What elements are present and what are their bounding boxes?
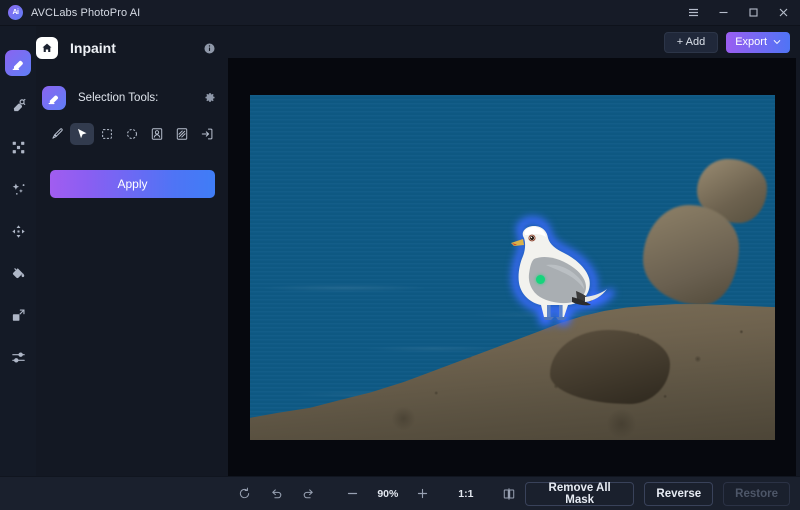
undo-icon[interactable] [261, 482, 293, 506]
rail-item-expand[interactable] [5, 218, 31, 244]
app-body: Inpaint Selection Tools: Apply + Add Exp… [0, 26, 800, 476]
rail-item-object-removal[interactable] [5, 92, 31, 118]
reverse-button[interactable]: Reverse [644, 481, 714, 506]
canvas-area[interactable] [228, 58, 796, 476]
bottom-toolbar: 90% 1:1 Remove All Mask Reverse Restore [0, 476, 800, 510]
export-button-label: Export [735, 36, 767, 48]
app-logo-text: Ai [12, 9, 20, 16]
feature-rail [0, 26, 36, 476]
add-button[interactable]: + Add [663, 31, 719, 53]
window-controls [678, 0, 798, 26]
restore-button[interactable]: Restore [723, 481, 790, 506]
rail-item-colorize[interactable] [5, 260, 31, 286]
mask-marker-dot[interactable] [535, 274, 545, 284]
import-mask-tool-icon[interactable] [195, 123, 219, 145]
menu-icon[interactable] [678, 0, 708, 26]
photo-canvas[interactable] [249, 94, 775, 440]
app-logo-icon: Ai [8, 5, 23, 20]
canvas-controls: 90% 1:1 [229, 482, 525, 506]
rail-item-inpaint[interactable] [5, 50, 31, 76]
tool-panel: Inpaint Selection Tools: Apply [36, 26, 228, 476]
home-icon[interactable] [36, 37, 58, 59]
background-rock-lower [642, 204, 739, 305]
apply-button[interactable]: Apply [50, 170, 215, 198]
cursor-select-tool-icon[interactable] [70, 123, 94, 145]
rail-item-ai-enhance[interactable] [5, 176, 31, 202]
selection-tools-label: Selection Tools: [78, 92, 159, 104]
application-window: Ai AVCLabs PhotoPro AI Inpaint Selection… [0, 0, 800, 510]
export-button[interactable]: Export [726, 31, 790, 53]
minimize-icon[interactable] [708, 0, 738, 26]
fit-ratio-button[interactable]: 1:1 [449, 488, 483, 500]
rail-item-crop-resize[interactable] [5, 302, 31, 328]
main-area: + Add Export [228, 26, 800, 476]
inpaint-section-icon [42, 86, 66, 110]
zoom-level: 90% [377, 487, 399, 500]
rectangle-select-tool-icon[interactable] [95, 123, 119, 145]
main-toolbar: + Add Export [228, 26, 800, 58]
mask-actions: Remove All Mask Reverse Restore [524, 481, 790, 506]
portrait-select-tool-icon[interactable] [145, 123, 169, 145]
ellipse-select-tool-icon[interactable] [120, 123, 144, 145]
selection-tools-header: Selection Tools: [36, 86, 228, 110]
redo-icon[interactable] [293, 482, 325, 506]
seagull-body [510, 225, 607, 320]
zoom-out-icon[interactable] [337, 482, 369, 506]
selection-tools-row [36, 123, 228, 145]
chevron-down-icon [773, 40, 781, 44]
zoom-in-icon[interactable] [407, 482, 439, 506]
auto-select-tool-icon[interactable] [170, 123, 194, 145]
reset-icon[interactable] [229, 482, 261, 506]
title-bar: Ai AVCLabs PhotoPro AI [0, 0, 800, 26]
brush-tool-icon[interactable] [45, 123, 69, 145]
panel-header: Inpaint [36, 32, 228, 64]
gear-icon[interactable] [204, 92, 216, 104]
rail-item-adjustments[interactable] [5, 344, 31, 370]
close-icon[interactable] [768, 0, 798, 26]
maximize-icon[interactable] [738, 0, 768, 26]
rail-item-upscale[interactable] [5, 134, 31, 160]
remove-all-mask-button[interactable]: Remove All Mask [524, 481, 635, 506]
seagull-subject[interactable] [490, 216, 615, 329]
app-title: AVCLabs PhotoPro AI [31, 6, 141, 19]
compare-split-icon[interactable] [493, 482, 525, 506]
page-title: Inpaint [70, 40, 116, 56]
info-icon[interactable] [203, 42, 216, 55]
